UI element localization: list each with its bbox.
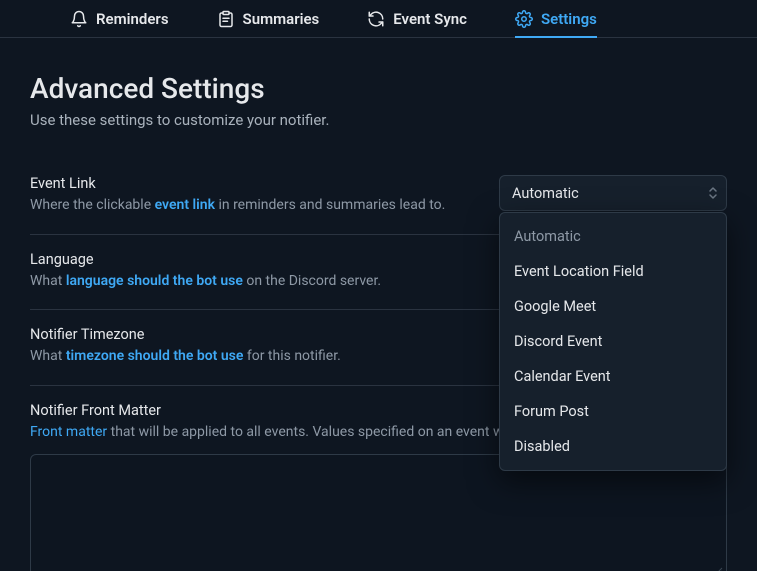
tab-event-sync[interactable]: Event Sync [367, 0, 467, 37]
inline-link[interactable]: language should the bot use [66, 273, 243, 289]
bell-icon [70, 10, 88, 28]
gear-icon [515, 10, 533, 28]
event-link-select[interactable]: Automatic [499, 175, 727, 211]
setting-event-link: Event Link Where the clickable event lin… [30, 159, 727, 235]
event-link-dropdown: Automatic Event Location Field Google Me… [499, 212, 727, 471]
setting-label: Language [30, 251, 479, 268]
tab-bar: Reminders Summaries Event Sync Settings [0, 0, 757, 38]
page-content: Advanced Settings Use these settings to … [0, 38, 757, 571]
front-matter-textarea[interactable] [30, 454, 727, 571]
dropdown-option[interactable]: Discord Event [500, 324, 726, 359]
sync-icon [367, 10, 385, 28]
inline-link[interactable]: Front matter [30, 424, 107, 440]
inline-link[interactable]: timezone should the bot use [66, 348, 244, 364]
dropdown-option[interactable]: Calendar Event [500, 359, 726, 394]
clipboard-icon [217, 10, 235, 28]
tab-reminders[interactable]: Reminders [70, 0, 169, 37]
tab-label: Settings [541, 10, 597, 28]
dropdown-option[interactable]: Event Location Field [500, 254, 726, 289]
select-value: Automatic [512, 185, 579, 202]
tab-label: Event Sync [393, 10, 467, 28]
tab-settings[interactable]: Settings [515, 0, 597, 37]
inline-link[interactable]: event link [155, 197, 215, 213]
tab-label: Summaries [243, 10, 320, 28]
tab-summaries[interactable]: Summaries [217, 0, 320, 37]
dropdown-option[interactable]: Automatic [500, 219, 726, 254]
setting-label: Event Link [30, 175, 479, 192]
tab-label: Reminders [96, 10, 169, 28]
chevron-updown-icon [708, 186, 718, 200]
page-title: Advanced Settings [30, 72, 727, 105]
setting-description: Where the clickable event link in remind… [30, 196, 479, 216]
dropdown-option[interactable]: Forum Post [500, 394, 726, 429]
page-subtitle: Use these settings to customize your not… [30, 111, 727, 129]
setting-description: What timezone should the bot use for thi… [30, 347, 479, 367]
dropdown-option[interactable]: Google Meet [500, 289, 726, 324]
setting-description: What language should the bot use on the … [30, 272, 479, 292]
setting-label: Notifier Timezone [30, 326, 479, 343]
dropdown-option[interactable]: Disabled [500, 429, 726, 464]
